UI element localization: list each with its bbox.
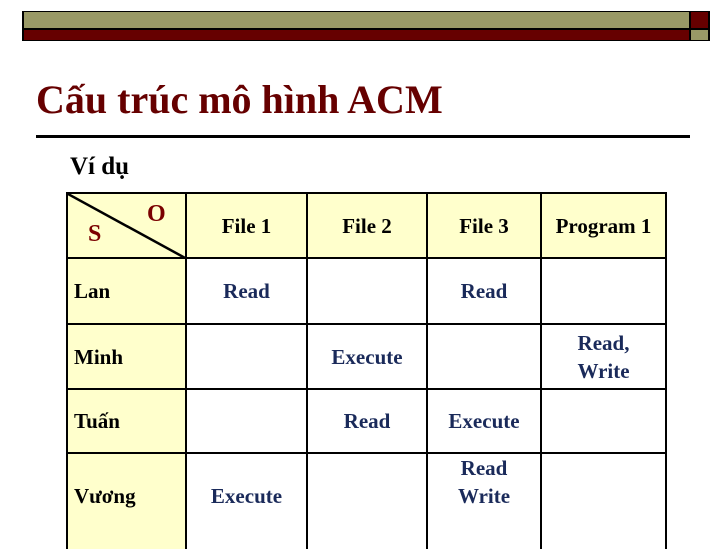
permission-cell — [540, 388, 667, 454]
permission-cell: Read — [426, 257, 542, 325]
corner-diagonal-line — [69, 195, 184, 256]
subject-axis-label: S — [88, 221, 102, 247]
title-underline — [36, 135, 690, 138]
permission-cell — [540, 257, 667, 325]
permission-cell — [426, 323, 542, 390]
subject-cell: Lan — [66, 257, 187, 325]
permission-cell: Execute — [185, 452, 308, 549]
matrix-row: Lan Read Read — [66, 257, 667, 325]
column-header: Program 1 — [540, 192, 667, 259]
slide-header-bar — [22, 11, 710, 41]
permission-cell — [185, 388, 308, 454]
permission-label: Read Write — [457, 455, 511, 508]
permission-cell: Read Write — [426, 452, 542, 549]
permission-label: Execute — [210, 483, 283, 508]
matrix-row: Tuấn Read Execute — [66, 388, 667, 454]
permission-cell — [540, 452, 667, 549]
subject-cell: Tuấn — [66, 388, 187, 454]
matrix-row: Minh Execute Read, Write — [66, 323, 667, 390]
subject-cell: Vương — [66, 452, 187, 549]
permission-cell: Read — [306, 388, 428, 454]
subject-cell: Minh — [66, 323, 187, 390]
header-olive-band — [24, 12, 689, 28]
permission-cell — [185, 323, 308, 390]
column-header: File 3 — [426, 192, 542, 259]
access-control-matrix: S O File 1 File 2 File 3 Program 1 Lan R… — [66, 192, 667, 549]
matrix-header-row: S O File 1 File 2 File 3 Program 1 — [66, 192, 667, 259]
matrix-row: Vương Execute Read Write — [66, 452, 667, 549]
permission-cell: Execute — [426, 388, 542, 454]
permission-cell: Execute — [306, 323, 428, 390]
matrix-corner-cell: S O — [66, 192, 187, 259]
header-olive-square — [691, 30, 708, 40]
header-red-square — [691, 12, 708, 28]
permission-cell: Read, Write — [540, 323, 667, 390]
column-header: File 1 — [185, 192, 308, 259]
object-axis-label: O — [147, 201, 166, 227]
column-header: File 2 — [306, 192, 428, 259]
slide-title: Cấu trúc mô hình ACM — [36, 77, 443, 122]
header-red-band — [24, 30, 689, 40]
permission-cell — [306, 452, 428, 549]
example-label: Ví dụ — [70, 153, 130, 180]
permission-cell — [306, 257, 428, 325]
permission-cell: Read — [185, 257, 308, 325]
subject-label: Vương — [74, 483, 136, 508]
